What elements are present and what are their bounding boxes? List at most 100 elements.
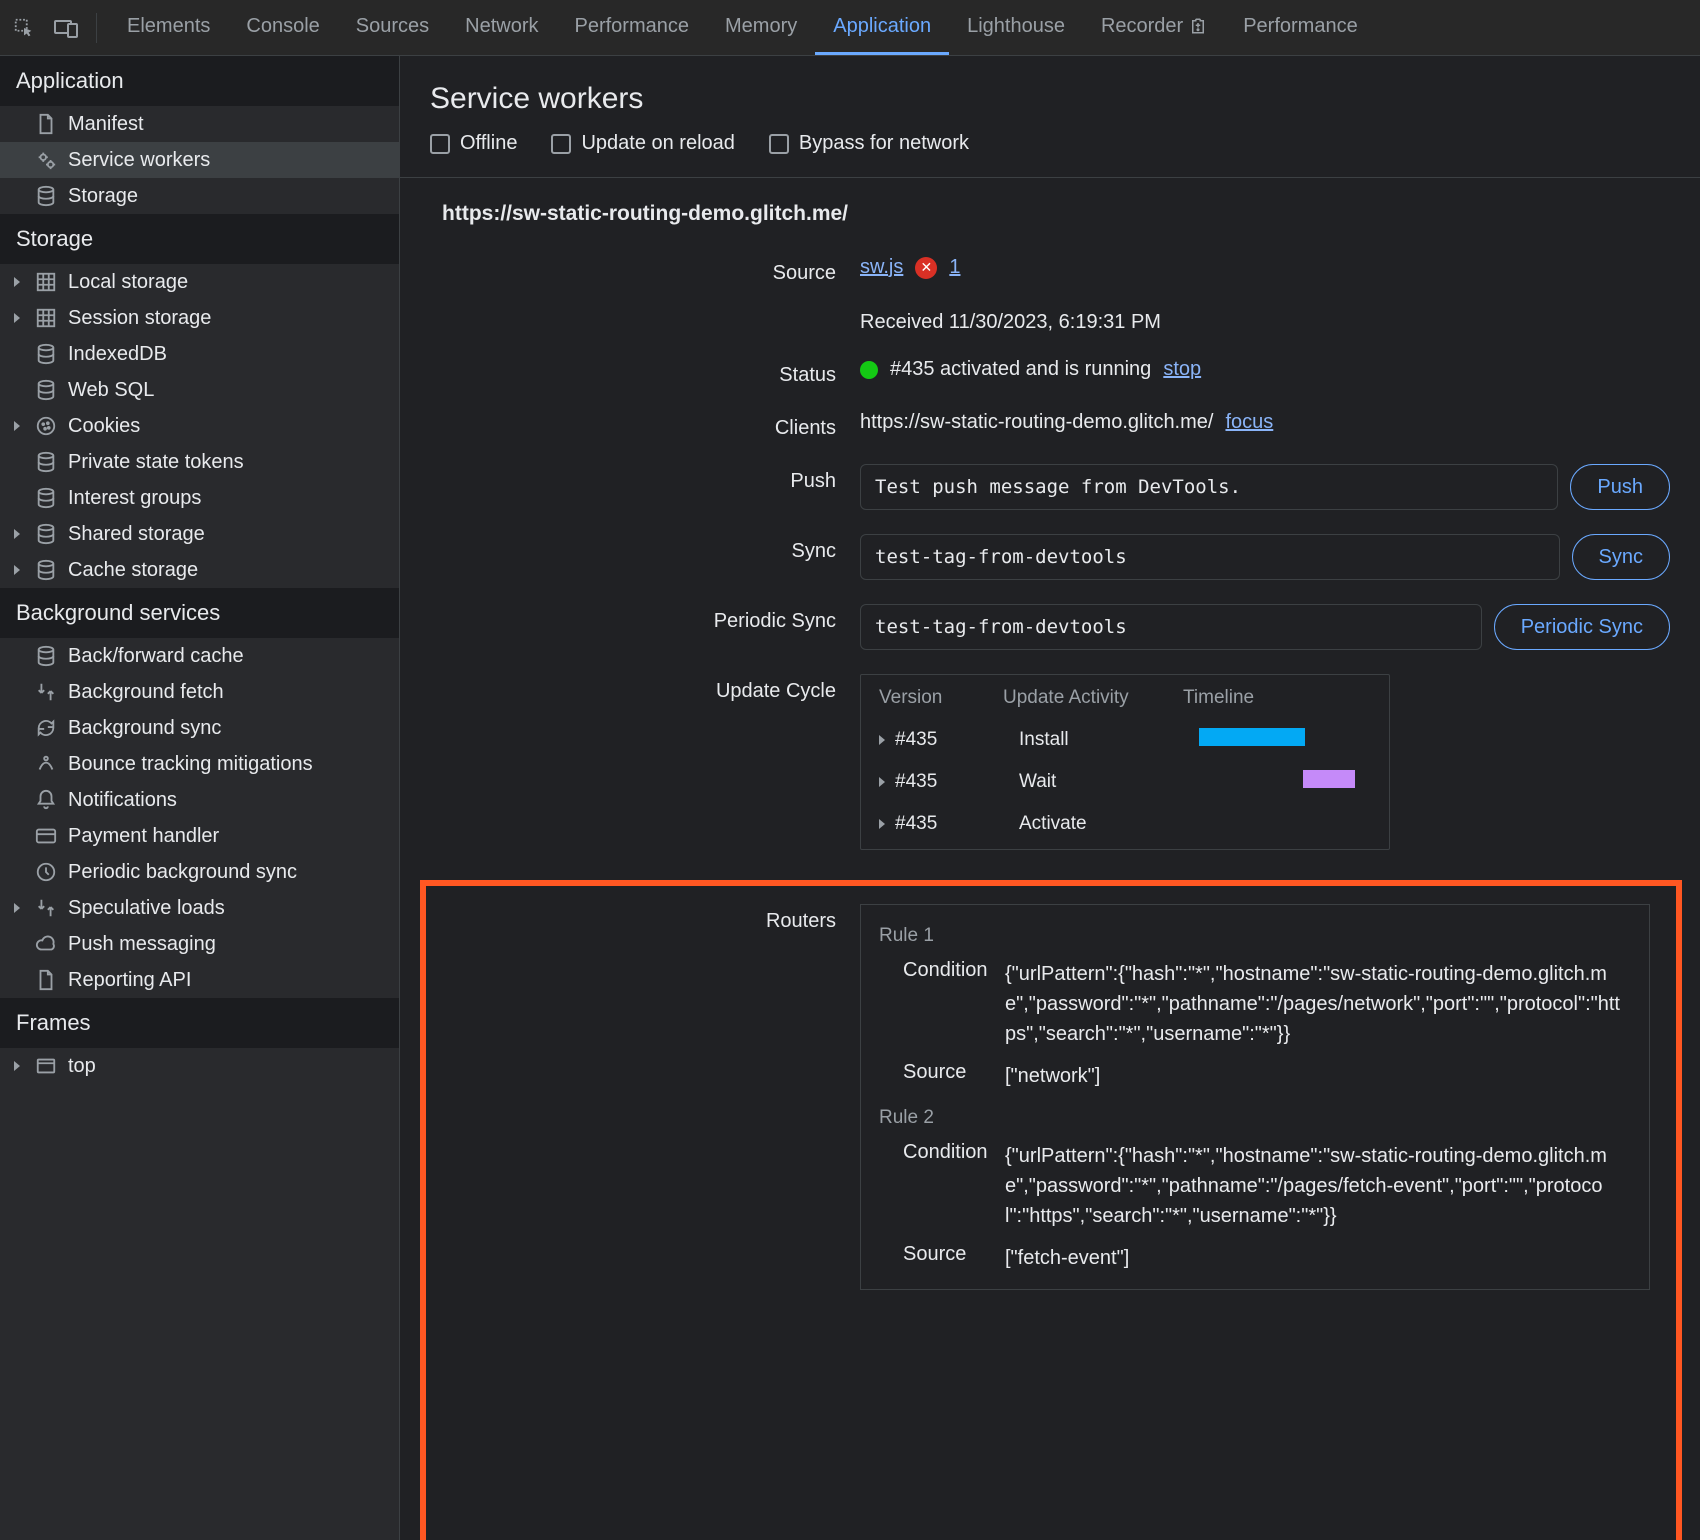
sidebar-item-manifest[interactable]: Manifest — [0, 106, 399, 142]
error-icon[interactable]: ✕ — [915, 257, 937, 279]
grid-icon — [34, 306, 58, 330]
rule-source-label: Source — [879, 1061, 1005, 1091]
sidebar-item-private-state-tokens[interactable]: Private state tokens — [0, 444, 399, 480]
sidebar-item-bounce-tracking-mitigations[interactable]: Bounce tracking mitigations — [0, 746, 399, 782]
periodic-sync-button[interactable]: Periodic Sync — [1494, 604, 1670, 650]
sidebar-item-background-sync[interactable]: Background sync — [0, 710, 399, 746]
tab-performance-insights[interactable]: Performance — [1225, 0, 1376, 55]
col-timeline: Timeline — [1183, 687, 1371, 709]
cycle-row[interactable]: #435 Install — [879, 719, 1371, 761]
service-workers-panel: Service workers Offline Update on reload… — [400, 56, 1700, 1540]
rule-source-value: ["network"] — [1005, 1061, 1631, 1091]
timeline-bar-wait — [1303, 770, 1355, 788]
rule-condition-label: Condition — [879, 1141, 1005, 1231]
db-icon — [34, 522, 58, 546]
source-file-link[interactable]: sw.js — [860, 256, 903, 279]
update-on-reload-label: Update on reload — [581, 132, 734, 155]
sidebar-item-cookies[interactable]: Cookies — [0, 408, 399, 444]
sync-label: Sync — [400, 534, 860, 563]
sidebar-item-periodic-background-sync[interactable]: Periodic background sync — [0, 854, 399, 890]
routers-row: Routers Rule 1Condition {"urlPattern":{"… — [400, 892, 1700, 1302]
tab-recorder[interactable]: Recorder — [1083, 0, 1225, 55]
inspect-icon[interactable] — [6, 10, 42, 46]
stop-link[interactable]: stop — [1163, 358, 1201, 381]
sidebar-item-back-forward-cache[interactable]: Back/forward cache — [0, 638, 399, 674]
periodic-sync-row: Periodic Sync Periodic Sync — [400, 592, 1700, 662]
sidebar-item-label: Cache storage — [68, 559, 198, 582]
rule-condition-value: {"urlPattern":{"hash":"*","hostname":"sw… — [1005, 959, 1631, 1049]
routers-rules-box: Rule 1Condition {"urlPattern":{"hash":"*… — [860, 904, 1650, 1290]
sidebar-section-storage: Storage — [0, 214, 399, 264]
sync-icon — [34, 716, 58, 740]
error-count-link[interactable]: 1 — [949, 256, 960, 279]
sidebar-item-service-workers[interactable]: Service workers — [0, 142, 399, 178]
source-received: Received 11/30/2023, 6:19:31 PM — [860, 291, 1670, 334]
push-input[interactable] — [860, 464, 1558, 510]
tab-application[interactable]: Application — [815, 0, 949, 55]
sidebar-item-storage[interactable]: Storage — [0, 178, 399, 214]
offline-checkbox[interactable]: Offline — [430, 132, 517, 155]
bypass-network-checkbox[interactable]: Bypass for network — [769, 132, 969, 155]
sidebar-item-push-messaging[interactable]: Push messaging — [0, 926, 399, 962]
tab-elements[interactable]: Elements — [109, 0, 228, 55]
tab-performance[interactable]: Performance — [557, 0, 708, 55]
clock-icon — [34, 860, 58, 884]
update-cycle-label: Update Cycle — [400, 674, 860, 703]
file-icon — [34, 112, 58, 136]
sidebar-item-label: Background fetch — [68, 681, 224, 704]
sidebar-item-shared-storage[interactable]: Shared storage — [0, 516, 399, 552]
sidebar-item-label: Periodic background sync — [68, 861, 297, 884]
sync-input[interactable] — [860, 534, 1560, 580]
tab-network[interactable]: Network — [447, 0, 556, 55]
push-row: Push Push — [400, 452, 1700, 522]
sidebar-item-label: Cookies — [68, 415, 140, 438]
cycle-row[interactable]: #435 Wait — [879, 761, 1371, 803]
cycle-row[interactable]: #435 Activate — [879, 803, 1371, 845]
sidebar-item-payment-handler[interactable]: Payment handler — [0, 818, 399, 854]
db-icon — [34, 486, 58, 510]
cycle-version: #435 — [895, 729, 1019, 751]
sidebar-item-label: IndexedDB — [68, 343, 167, 366]
update-on-reload-checkbox[interactable]: Update on reload — [551, 132, 734, 155]
tab-sources[interactable]: Sources — [338, 0, 447, 55]
push-button[interactable]: Push — [1570, 464, 1670, 510]
periodic-sync-input[interactable] — [860, 604, 1482, 650]
cycle-activity: Wait — [1019, 771, 1199, 793]
cycle-timeline — [1199, 770, 1371, 794]
sidebar-item-reporting-api[interactable]: Reporting API — [0, 962, 399, 998]
device-toggle-icon[interactable] — [48, 10, 84, 46]
focus-link[interactable]: focus — [1225, 411, 1273, 434]
col-activity: Update Activity — [1003, 687, 1183, 709]
tab-lighthouse[interactable]: Lighthouse — [949, 0, 1083, 55]
chevron-right-icon — [14, 903, 20, 913]
sidebar-item-session-storage[interactable]: Session storage — [0, 300, 399, 336]
sidebar-item-interest-groups[interactable]: Interest groups — [0, 480, 399, 516]
cycle-activity: Install — [1019, 729, 1199, 751]
sidebar-item-label: Shared storage — [68, 523, 205, 546]
sidebar-item-label: Background sync — [68, 717, 221, 740]
update-cycle-row: Update Cycle Version Update Activity Tim… — [400, 662, 1700, 862]
sidebar-item-label: Payment handler — [68, 825, 219, 848]
sidebar-section-application: Application — [0, 56, 399, 106]
sidebar-item-label: Storage — [68, 185, 138, 208]
sidebar-item-label: Private state tokens — [68, 451, 244, 474]
db-icon — [34, 644, 58, 668]
sidebar-item-speculative-loads[interactable]: Speculative loads — [0, 890, 399, 926]
sidebar-item-background-fetch[interactable]: Background fetch — [0, 674, 399, 710]
bypass-network-label: Bypass for network — [799, 132, 969, 155]
tab-console[interactable]: Console — [228, 0, 337, 55]
sync-button[interactable]: Sync — [1572, 534, 1670, 580]
db-icon — [34, 378, 58, 402]
timeline-bar-install — [1199, 728, 1305, 746]
sidebar-item-top[interactable]: top — [0, 1048, 399, 1084]
update-cycle-table: Version Update Activity Timeline #435 In… — [860, 674, 1390, 850]
sidebar-item-cache-storage[interactable]: Cache storage — [0, 552, 399, 588]
sidebar-item-web-sql[interactable]: Web SQL — [0, 372, 399, 408]
sidebar-item-notifications[interactable]: Notifications — [0, 782, 399, 818]
client-url: https://sw-static-routing-demo.glitch.me… — [860, 411, 1213, 434]
gears-icon — [34, 148, 58, 172]
sidebar-item-indexeddb[interactable]: IndexedDB — [0, 336, 399, 372]
page-title: Service workers — [400, 56, 1700, 126]
tab-memory[interactable]: Memory — [707, 0, 815, 55]
sidebar-item-local-storage[interactable]: Local storage — [0, 264, 399, 300]
